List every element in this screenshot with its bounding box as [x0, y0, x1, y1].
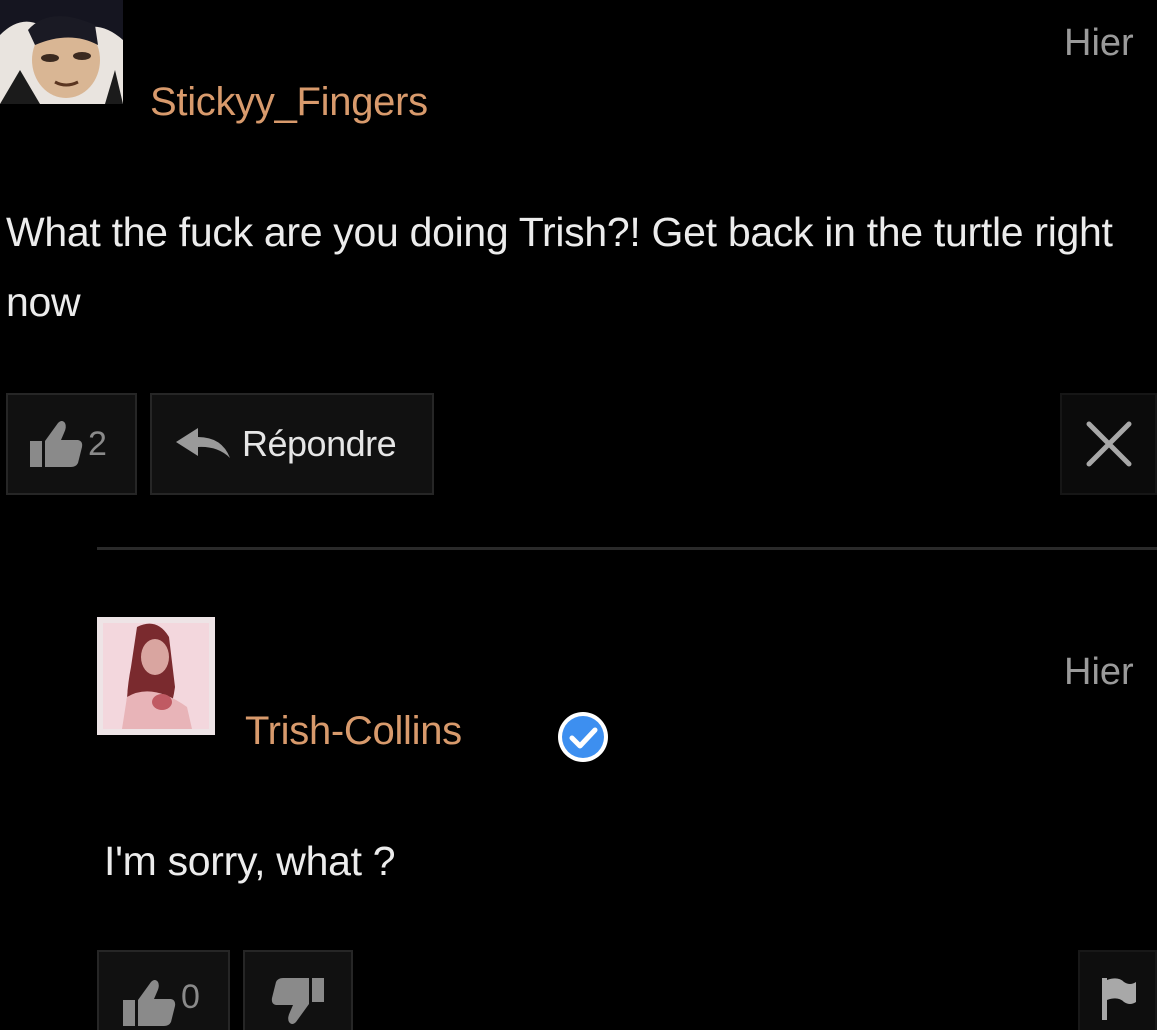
dislike-button[interactable] [243, 950, 353, 1030]
flag-icon [1101, 978, 1136, 1020]
thumbs-down-icon [271, 978, 324, 1024]
like-button[interactable]: 0 [97, 950, 230, 1030]
reply-button[interactable]: Répondre [150, 393, 434, 495]
timestamp: Hier [1064, 22, 1134, 64]
close-button[interactable] [1060, 393, 1157, 495]
flag-button[interactable] [1078, 950, 1157, 1030]
verified-badge-icon [558, 712, 608, 762]
username[interactable]: Trish-Collins [245, 709, 462, 754]
comment-text: I'm sorry, what ? [104, 838, 396, 884]
reply-icon [176, 428, 230, 458]
divider [97, 547, 1157, 550]
avatar[interactable] [97, 617, 215, 735]
thumbs-up-icon [30, 421, 83, 467]
like-count: 0 [181, 978, 200, 1016]
timestamp: Hier [1064, 651, 1134, 693]
reply-label: Répondre [242, 423, 397, 464]
comment-text: What the fuck are you doing Trish?! Get … [6, 209, 1113, 325]
close-icon [1086, 421, 1131, 467]
comment-thread: Stickyy_Fingers Hier What the fuck are y… [0, 0, 1157, 1030]
avatar[interactable] [0, 0, 123, 104]
thumbs-up-icon [123, 980, 176, 1026]
username[interactable]: Stickyy_Fingers [150, 80, 428, 125]
like-button[interactable]: 2 [6, 393, 137, 495]
like-count: 2 [88, 424, 107, 463]
